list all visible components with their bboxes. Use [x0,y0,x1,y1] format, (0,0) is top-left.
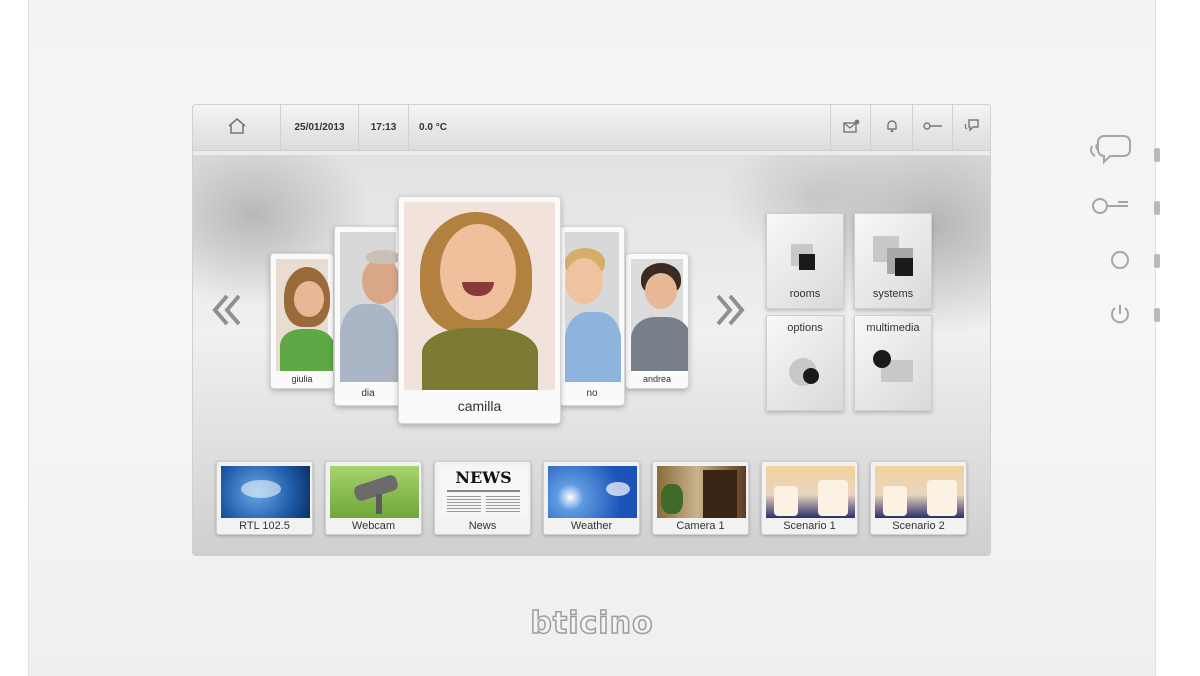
contact-name: giulia [291,374,313,384]
news-thumb-text: NEWS [455,468,512,487]
shortcut-label: Scenario 2 [892,520,945,532]
shortcut-news[interactable]: NEWS News [434,461,531,535]
touch-screen: 25/01/2013 17:13 0.0 °C giulia andrea di… [193,105,990,555]
candles-thumbnail [766,466,855,518]
speech-button[interactable] [952,105,990,151]
contact-card[interactable]: giulia [270,253,334,389]
status-date: 25/01/2013 [281,105,359,151]
shortcut-label: Camera 1 [676,520,725,532]
tile-label: systems [872,288,914,300]
brand-logo: bticino [530,605,654,642]
tile-label: multimedia [866,322,920,334]
shortcut-label: Scenario 1 [783,520,836,532]
shortcut-camera-1[interactable]: Camera 1 [652,461,749,535]
side-pin [1154,148,1160,162]
side-pin [1154,308,1160,322]
side-pin [1154,201,1160,215]
side-pin [1154,254,1160,268]
tile-label: options [787,322,823,334]
menu-tile-rooms[interactable]: rooms [766,213,844,309]
menu-tile-multimedia[interactable]: multimedia [854,315,932,411]
status-time: 17:13 [359,105,409,151]
contact-name: no [586,388,598,399]
envelope-button[interactable] [830,105,870,151]
chat-icon[interactable] [1088,132,1132,168]
menu-tile-options[interactable]: options [766,315,844,411]
status-bar: 25/01/2013 17:13 0.0 °C [193,105,990,151]
shortcut-scenario-2[interactable]: Scenario 2 [870,461,967,535]
shortcut-label: Webcam [351,520,396,532]
contact-card[interactable]: andrea [625,253,689,389]
candles-thumbnail [875,466,964,518]
shortcut-label: Weather [570,520,613,532]
tile-label: rooms [789,288,821,300]
webcam-thumbnail [330,466,419,518]
bell-button[interactable] [870,105,912,151]
shortcut-rtl[interactable]: RTL 102.5 [216,461,313,535]
camera-thumbnail [657,466,746,518]
multimedia-icon [873,350,891,368]
newspaper-thumbnail: NEWS [439,466,528,518]
menu-tile-systems[interactable]: systems [854,213,932,309]
shortcut-label: News [468,520,497,532]
weather-thumbnail [548,466,637,518]
power-icon[interactable] [1108,302,1132,326]
bell-icon [884,118,900,137]
radio-globe-thumbnail [221,466,310,518]
key-icon[interactable] [1090,194,1130,218]
contact-card-active[interactable]: camilla [398,196,561,424]
shortcut-label: RTL 102.5 [239,520,290,532]
chevron-double-left-icon[interactable] [211,293,243,336]
contact-card[interactable]: no [559,226,625,406]
key-button[interactable] [912,105,952,151]
envelope-icon [842,119,860,136]
status-temperature: 0.0 °C [419,122,447,133]
contact-name: dia [361,388,375,399]
shortcut-weather[interactable]: Weather [543,461,640,535]
shortcut-webcam[interactable]: Webcam [325,461,422,535]
contact-name: camilla [457,398,502,414]
home-icon [227,117,247,138]
contact-name: andrea [642,374,672,384]
contact-card[interactable]: dia [334,226,402,406]
chevron-double-right-icon[interactable] [714,293,746,336]
shortcut-scenario-1[interactable]: Scenario 1 [761,461,858,535]
speech-icon [963,118,981,137]
circle-icon[interactable] [1108,248,1132,272]
home-button[interactable] [193,105,281,151]
key-icon [922,121,943,134]
